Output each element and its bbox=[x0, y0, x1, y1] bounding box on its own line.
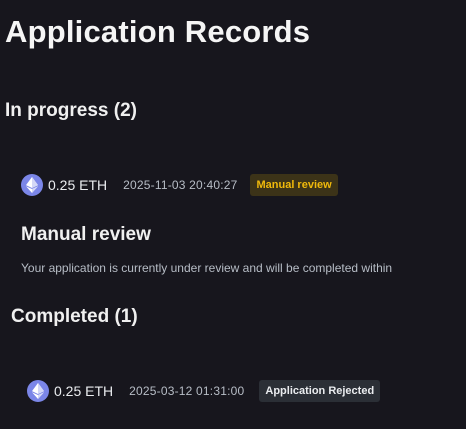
in-progress-record-row[interactable]: 0.25 ETH 2025-11-03 20:40:27 Manual revi… bbox=[21, 174, 338, 196]
status-badge-manual-review: Manual review bbox=[250, 174, 338, 196]
record-timestamp: 2025-11-03 20:40:27 bbox=[123, 178, 238, 192]
record-amount: 0.25 ETH bbox=[54, 383, 114, 399]
record-amount: 0.25 ETH bbox=[48, 177, 108, 193]
review-detail-description: Your application is currently under revi… bbox=[21, 261, 393, 275]
record-timestamp: 2025-03-12 01:31:00 bbox=[129, 384, 245, 398]
review-detail-title: Manual review bbox=[21, 224, 151, 245]
status-badge-rejected: Application Rejected bbox=[259, 380, 381, 402]
ethereum-icon bbox=[21, 174, 43, 196]
ethereum-icon bbox=[27, 380, 49, 402]
in-progress-heading: In progress (2) bbox=[5, 100, 137, 121]
page-title: Application Records bbox=[5, 14, 311, 49]
completed-heading: Completed (1) bbox=[11, 306, 138, 327]
completed-record-row[interactable]: 0.25 ETH 2025-03-12 01:31:00 Application… bbox=[27, 380, 381, 402]
